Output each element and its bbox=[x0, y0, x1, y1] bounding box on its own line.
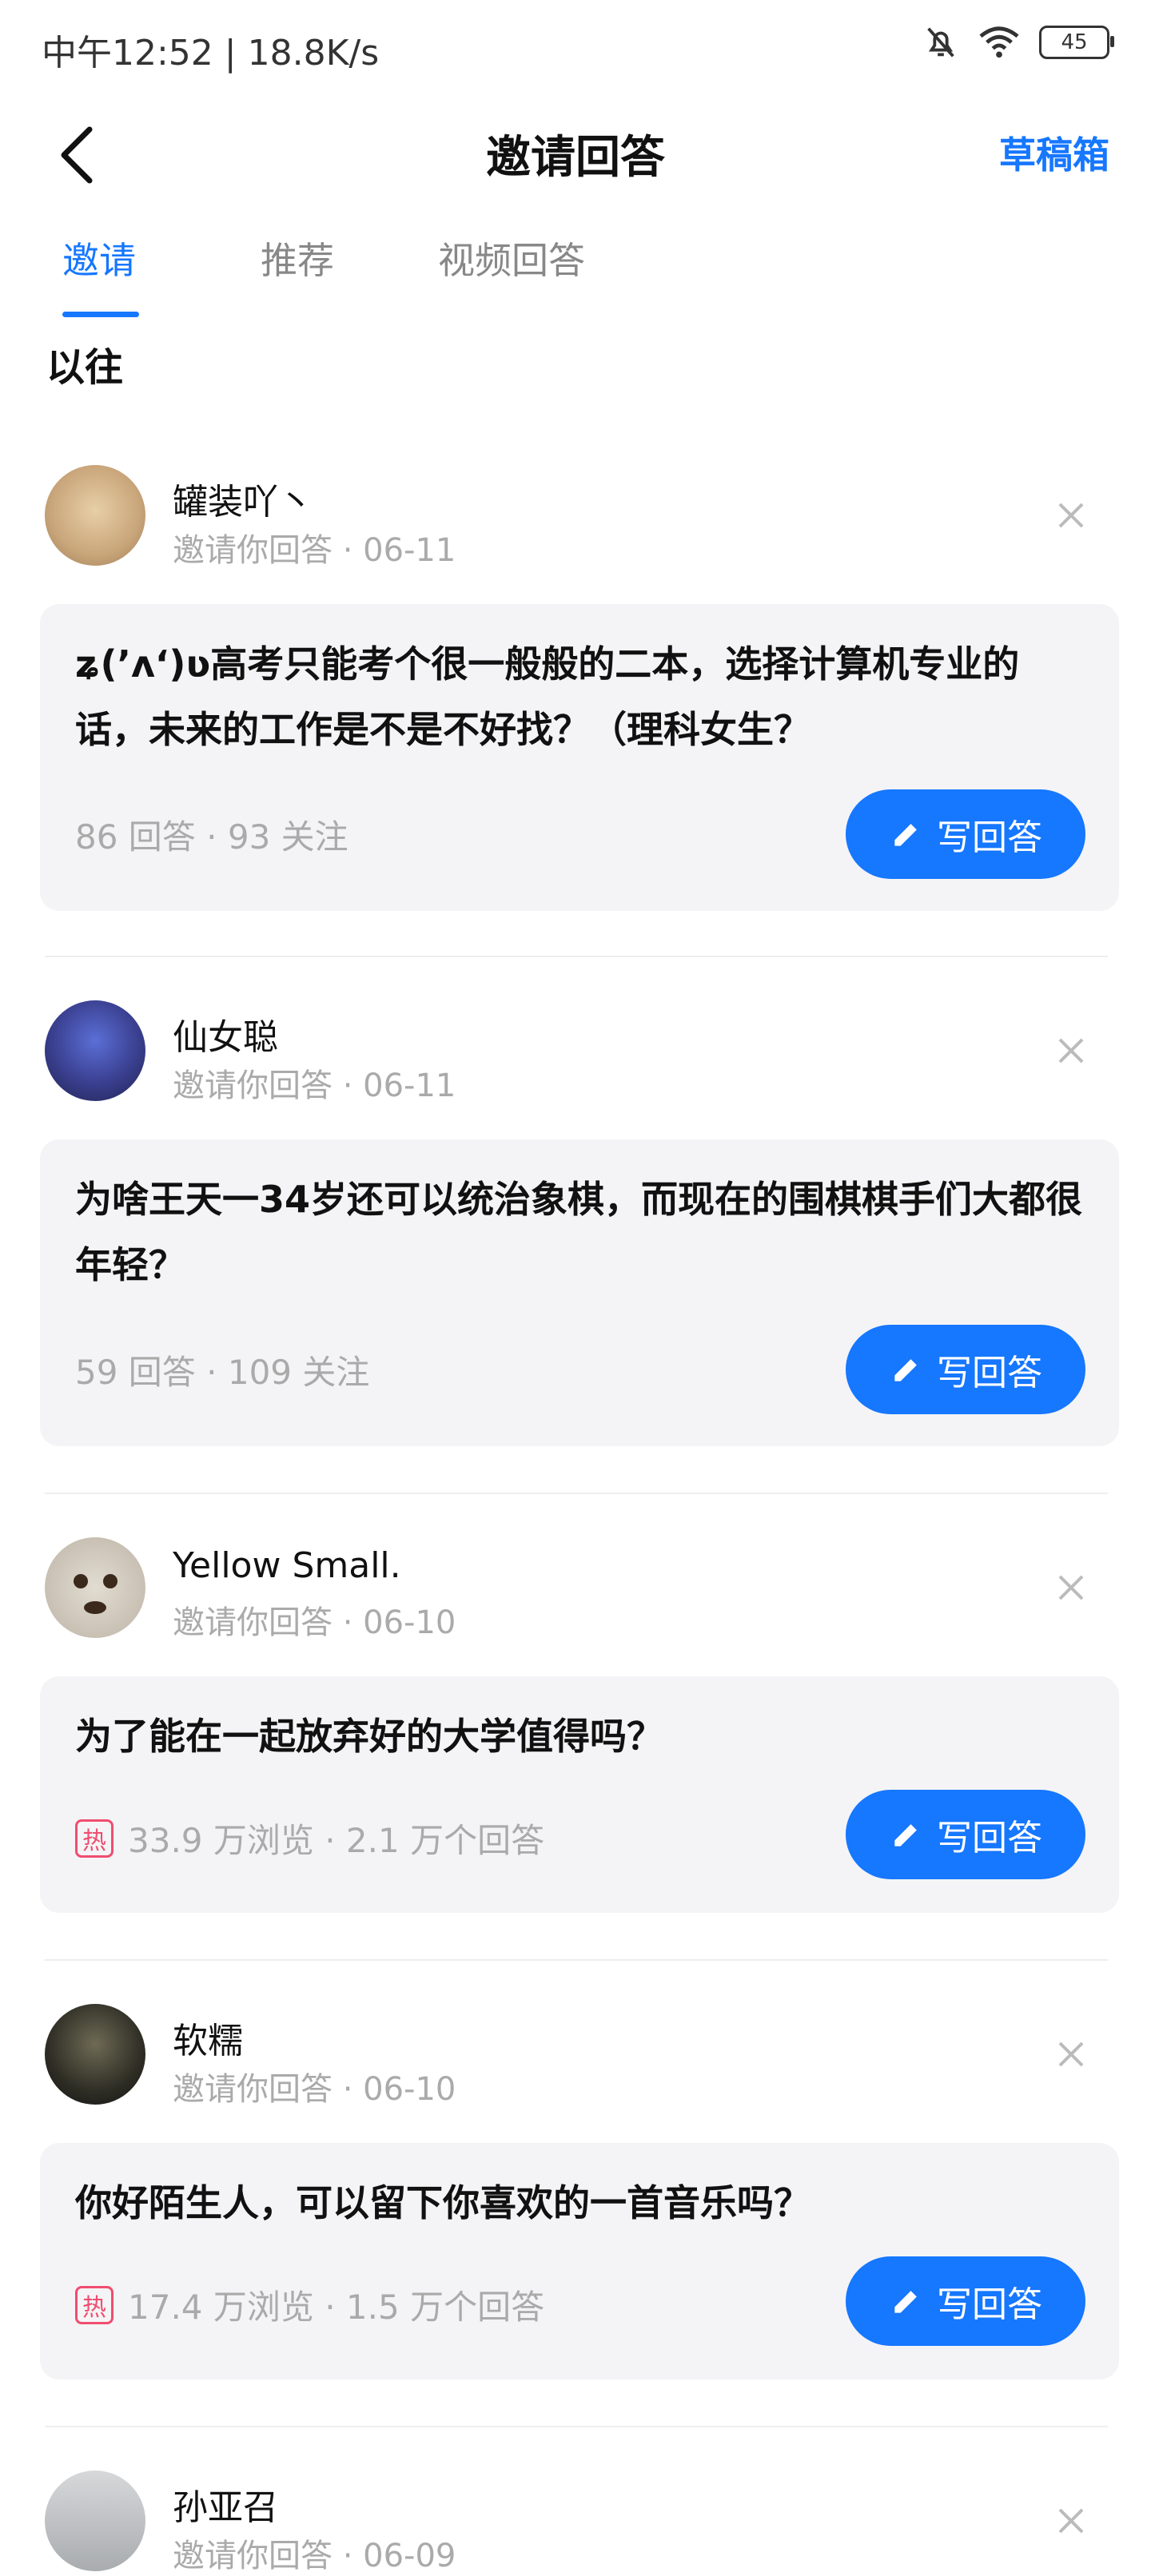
pencil-icon bbox=[894, 2291, 917, 2313]
write-answer-label: 写回答 bbox=[937, 2284, 1042, 2325]
tab-invite[interactable]: 邀请 bbox=[62, 232, 136, 284]
invite-meta: 邀请你回答 · 06-11 bbox=[173, 1067, 456, 1104]
avatar[interactable] bbox=[45, 2471, 145, 2571]
invite-card: 孙亚召 邀请你回答 · 06-09 bbox=[0, 2461, 1151, 2574]
avatar[interactable] bbox=[45, 465, 145, 566]
tab-active-indicator bbox=[62, 312, 139, 317]
page-title: 邀请回答 bbox=[486, 132, 665, 184]
question-stats-text: 33.9 万浏览 · 2.1 万个回答 bbox=[128, 1821, 545, 1860]
question-stats: 86 回答 · 93 关注 bbox=[75, 810, 348, 859]
drafts-button[interactable]: 草稿箱 bbox=[999, 126, 1109, 179]
question-title[interactable]: 你好陌生人，可以留下你喜欢的一首音乐吗？ bbox=[75, 2170, 1084, 2236]
write-answer-button[interactable]: 写回答 bbox=[846, 1325, 1085, 1414]
question-box[interactable]: 为了能在一起放弃好的大学值得吗？ 热 33.9 万浏览 · 2.1 万个回答 写… bbox=[40, 1676, 1119, 1913]
write-answer-label: 写回答 bbox=[937, 817, 1042, 858]
question-stats-text: 17.4 万浏览 · 1.5 万个回答 bbox=[128, 2288, 545, 2327]
inviter-name[interactable]: 仙女聪 bbox=[173, 1008, 278, 1059]
question-title[interactable]: 为啥王天一34岁还可以统治象棋，而现在的围棋棋手们大都很年轻？ bbox=[75, 1167, 1084, 1298]
avatar[interactable] bbox=[45, 1537, 145, 1638]
close-icon[interactable] bbox=[1055, 1035, 1087, 1067]
hot-badge: 热 bbox=[75, 1819, 114, 1858]
avatar-face-icon bbox=[74, 1574, 117, 1614]
tab-video-answer[interactable]: 视频回答 bbox=[438, 232, 585, 284]
inviter-name[interactable]: 罐装吖丶 bbox=[173, 473, 313, 524]
question-stats-text: 86 回答 · 93 关注 bbox=[75, 817, 348, 857]
question-title[interactable]: ʑ(ʼʌʻ)ʋ高考只能考个很一般般的二本，选择计算机专业的话，未来的工作是不是不… bbox=[75, 631, 1084, 762]
bell-off-icon bbox=[927, 27, 954, 58]
tab-bar: 邀请 推荐 视频回答 bbox=[0, 232, 1151, 320]
question-stats: 59 回答 · 109 关注 bbox=[75, 1346, 369, 1394]
write-answer-label: 写回答 bbox=[937, 1818, 1042, 1858]
invite-meta: 邀请你回答 · 06-11 bbox=[173, 532, 456, 569]
invite-card: 仙女聪 邀请你回答 · 06-11 为啥王天一34岁还可以统治象棋，而现在的围棋… bbox=[0, 991, 1151, 1446]
inviter-name[interactable]: 软糯 bbox=[173, 2012, 243, 2063]
invite-card: 罐装吖丶 邀请你回答 · 06-11 ʑ(ʼʌʻ)ʋ高考只能考个很一般般的二本，… bbox=[0, 455, 1151, 911]
battery-icon: 45 bbox=[1039, 26, 1114, 59]
invite-meta: 邀请你回答 · 06-10 bbox=[173, 2071, 456, 2108]
top-nav: 邀请回答 草稿箱 bbox=[0, 112, 1151, 192]
pencil-icon bbox=[894, 1824, 917, 1847]
question-stats-text: 59 回答 · 109 关注 bbox=[75, 1353, 370, 1392]
question-box[interactable]: 你好陌生人，可以留下你喜欢的一首音乐吗？ 热 17.4 万浏览 · 1.5 万个… bbox=[40, 2143, 1119, 2379]
question-box[interactable]: ʑ(ʼʌʻ)ʋ高考只能考个很一般般的二本，选择计算机专业的话，未来的工作是不是不… bbox=[40, 604, 1119, 911]
write-answer-button[interactable]: 写回答 bbox=[846, 1790, 1085, 1879]
divider bbox=[45, 1959, 1108, 1961]
close-icon[interactable] bbox=[1055, 1572, 1087, 1604]
divider bbox=[45, 956, 1108, 957]
avatar[interactable] bbox=[45, 1000, 145, 1101]
write-answer-button[interactable]: 写回答 bbox=[846, 789, 1085, 879]
close-icon[interactable] bbox=[1055, 499, 1087, 531]
question-stats: 热 33.9 万浏览 · 2.1 万个回答 bbox=[75, 1814, 544, 1862]
avatar[interactable] bbox=[45, 2004, 145, 2105]
question-box[interactable]: 为啥王天一34岁还可以统治象棋，而现在的围棋棋手们大都很年轻？ 59 回答 · … bbox=[40, 1139, 1119, 1446]
battery-level: 45 bbox=[1061, 30, 1088, 54]
pencil-icon bbox=[894, 1359, 917, 1381]
invite-card: 软糯 邀请你回答 · 06-10 你好陌生人，可以留下你喜欢的一首音乐吗？ 热 … bbox=[0, 1994, 1151, 2379]
hot-badge: 热 bbox=[75, 2285, 114, 2324]
invite-meta: 邀请你回答 · 06-09 bbox=[173, 2538, 456, 2574]
write-answer-button[interactable]: 写回答 bbox=[846, 2256, 1085, 2346]
tab-recommend[interactable]: 推荐 bbox=[261, 232, 334, 284]
divider bbox=[45, 1493, 1108, 1494]
write-answer-label: 写回答 bbox=[937, 1353, 1042, 1393]
close-icon[interactable] bbox=[1055, 2505, 1087, 2537]
invite-meta: 邀请你回答 · 06-10 bbox=[173, 1604, 456, 1641]
status-time: 中午12:52 | 18.8K/s bbox=[42, 33, 380, 74]
question-stats: 热 17.4 万浏览 · 1.5 万个回答 bbox=[75, 2280, 544, 2329]
divider bbox=[45, 2426, 1108, 2427]
inviter-name[interactable]: 孙亚召 bbox=[173, 2479, 278, 2530]
close-icon[interactable] bbox=[1055, 2038, 1087, 2070]
question-title[interactable]: 为了能在一起放弃好的大学值得吗？ bbox=[75, 1703, 1084, 1769]
section-title: 以往 bbox=[46, 345, 124, 390]
status-icons: 45 bbox=[922, 24, 1114, 61]
inviter-name[interactable]: Yellow Small. bbox=[173, 1545, 401, 1586]
wifi-icon bbox=[979, 26, 1019, 58]
status-bar: 中午12:52 | 18.8K/s 45 bbox=[0, 0, 1151, 96]
pencil-icon bbox=[894, 824, 917, 846]
invite-card: Yellow Small. 邀请你回答 · 06-10 为了能在一起放弃好的大学… bbox=[0, 1528, 1151, 1913]
